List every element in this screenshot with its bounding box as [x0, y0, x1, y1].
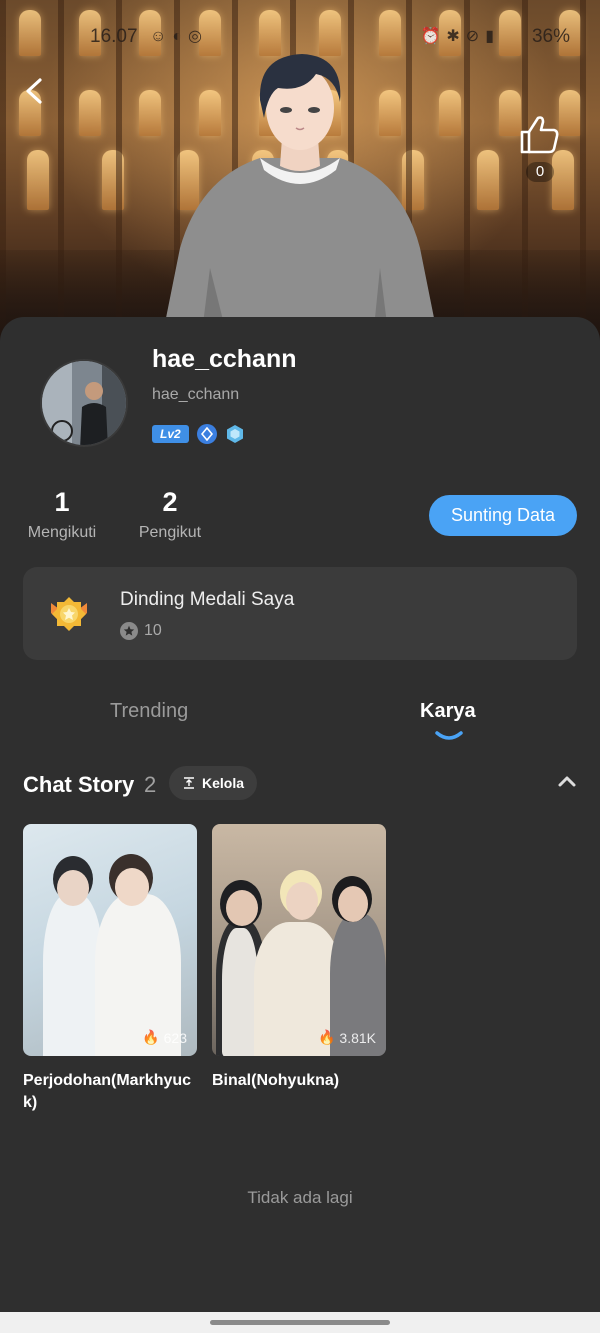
fire-icon: 🔥	[142, 1029, 160, 1045]
medal-count: 10	[120, 622, 162, 640]
followers-count: 2	[162, 487, 178, 517]
medal-wall-card[interactable]: Dinding Medali Saya 10	[23, 567, 577, 660]
story-card[interactable]: 🔥 623 Perjodohan(Markhyuck)	[23, 824, 197, 1114]
medal-icon	[51, 597, 87, 631]
badge-row: Lv2	[152, 424, 245, 444]
profile-sheet: hae_cchann hae_cchann Lv2 1 Mengikuti 2 …	[0, 317, 600, 1312]
thumbs-up-icon[interactable]	[516, 112, 562, 158]
following-stat[interactable]: 1 Mengikuti	[20, 487, 104, 542]
story-cover-image: 🔥 3.81K	[212, 824, 386, 1056]
story-views: 🔥 3.81K	[317, 1029, 376, 1046]
story-title: Binal(Nohyukna)	[212, 1072, 340, 1089]
avatar[interactable]	[40, 359, 128, 447]
profile-banner: 16.07 ☺◐◎ ⏰✱⊘▮ 36% 0	[0, 0, 600, 350]
username: hae_cchann	[152, 345, 297, 373]
status-bar: 16.07 ☺◐◎ ⏰✱⊘▮ 36%	[0, 26, 600, 50]
status-time: 16.07	[90, 26, 138, 47]
end-of-list-text: Tidak ada lagi	[247, 1188, 353, 1207]
back-arrow-icon[interactable]	[20, 76, 48, 106]
character-illustration	[160, 54, 440, 348]
level-badge[interactable]: Lv2	[152, 425, 189, 443]
story-card[interactable]: 🔥 3.81K Binal(Nohyukna)	[212, 824, 386, 1092]
story-views: 🔥 623	[142, 1029, 187, 1046]
manage-icon	[183, 777, 194, 789]
like-count: 0	[526, 162, 554, 182]
status-notification-icons: ☺◐◎	[150, 28, 208, 45]
manage-label: Kelola	[201, 775, 244, 791]
tab-karya[interactable]: Karya	[420, 700, 476, 723]
verified-badge-icon[interactable]	[196, 424, 217, 444]
following-count: 1	[54, 487, 70, 517]
story-cover-image: 🔥 623	[23, 824, 197, 1056]
fire-icon: 🔥	[317, 1029, 336, 1045]
section-count: 2	[144, 772, 157, 797]
chevron-up-icon[interactable]	[556, 773, 578, 789]
medal-count-value: 10	[144, 622, 162, 639]
star-icon	[120, 622, 138, 640]
status-system-icons: ⏰✱⊘▮	[420, 28, 500, 45]
user-handle: hae_cchann	[152, 386, 240, 403]
story-title: Perjodohan(Markhyuck)	[23, 1072, 192, 1111]
medal-wall-title: Dinding Medali Saya	[120, 589, 295, 610]
home-gesture-handle[interactable]	[210, 1320, 390, 1325]
followers-label: Pengikut	[138, 524, 202, 541]
avatar-photo	[42, 361, 126, 445]
system-navigation-bar	[0, 1312, 600, 1333]
edit-profile-button[interactable]: Sunting Data	[429, 495, 577, 536]
followers-stat[interactable]: 2 Pengikut	[130, 487, 210, 542]
following-label: Mengikuti	[27, 524, 97, 541]
manage-button[interactable]: Kelola	[169, 766, 257, 800]
tab-trending[interactable]: Trending	[110, 700, 188, 723]
status-battery: 36%	[531, 26, 570, 47]
hexagon-badge-icon[interactable]	[225, 424, 245, 444]
active-tab-indicator	[435, 731, 463, 740]
section-title: Chat Story	[23, 772, 135, 797]
